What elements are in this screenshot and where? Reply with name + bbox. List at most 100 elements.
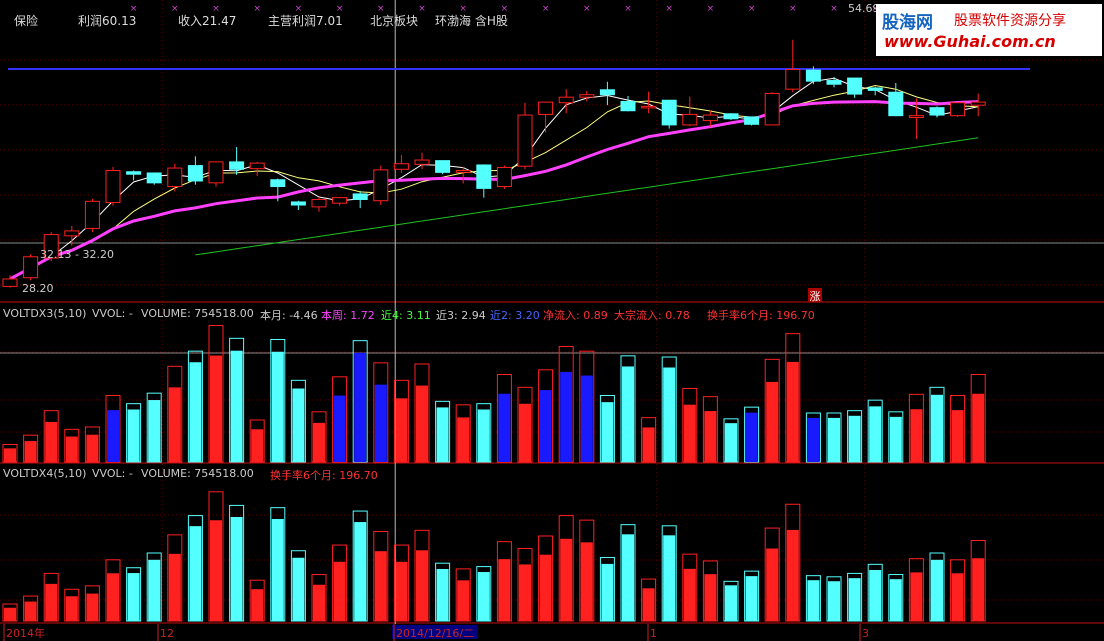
candle [249,161,265,177]
candle-body-down [599,89,615,96]
volume-bar [560,538,573,621]
candle [744,116,760,126]
volume-bar [210,355,222,462]
candle [23,254,39,281]
candle-body-up [84,200,100,229]
candle-body-up [311,198,327,208]
ind2-vvol: VVOL: - [92,467,133,480]
volume-bar [416,550,428,621]
candles [2,39,986,288]
signal-marker: × [624,4,632,14]
ind1-near2: 近2: 3.20 [490,309,540,322]
candle-body-down [352,193,368,200]
candle [826,76,842,88]
volume-bar [972,393,985,462]
candle [517,102,533,170]
volume-bar [168,387,181,462]
ma120-line [195,137,979,256]
volume-bar [86,434,99,462]
volume-bar [333,561,346,621]
candle-body-down [146,172,162,184]
volume-bar [931,559,943,621]
watermark-brand: 股海网 [882,13,933,33]
candle-body-down [723,113,739,120]
candle [723,113,739,120]
volume-bar [642,588,655,621]
volume-bar [580,375,593,462]
candle [620,95,636,112]
volume-bar [786,361,799,462]
volume-bar [45,421,58,462]
volume-bar [24,441,37,462]
signal-marker: × [583,4,591,14]
volume-bar [951,410,964,462]
candle-body-down [126,171,142,175]
candle-body-down [476,164,492,189]
candle-body-up [764,92,780,126]
candle [558,89,574,114]
candle-body-up [950,102,966,117]
signal-marker: × [665,4,673,14]
candle [929,106,945,118]
volume-bar [65,436,78,462]
volume-bar [766,381,779,462]
signal-marker: × [830,4,838,14]
volume-bar [395,561,408,621]
volume-bar [745,412,758,462]
volume-bar [292,388,305,462]
volume-bar [580,542,593,621]
volume-bar [683,404,696,462]
volume-bar [354,522,367,621]
volume-panel-1 [2,325,986,463]
watermark-slogan: 股票软件资源分享 [954,13,1066,29]
candle-body-down [435,160,451,173]
watermark-url: www.Guhai.com.cn [884,32,1056,51]
candle [290,200,306,210]
candle-body-down [620,100,636,112]
candle [641,91,657,114]
signal-marker: × [748,4,756,14]
zhang-label: 涨 [810,290,821,303]
volume-bar [704,574,717,621]
volume-bar [498,559,511,621]
volume-bar [848,415,861,462]
date-label: 2014年 [6,626,45,640]
candle-body-up [538,101,554,115]
candle-body-down [826,80,842,85]
candle-body-up [455,170,471,173]
volume-bar [642,427,655,462]
volume-bar [910,572,923,621]
volume-bar [148,559,161,621]
volume-bar [745,576,758,621]
candle-body-down [229,161,245,170]
volume-bar [436,407,449,462]
volume-bar [395,398,408,462]
header-item-revenue: 收入21.47 [178,14,237,28]
candle-body-up [970,101,986,106]
volume-bar [251,589,264,621]
volume-bar [313,584,325,621]
candle [599,81,615,106]
candle-body-down [867,87,883,91]
ind1-net-inflow: 净流入: 0.89 [543,309,608,322]
volume-bar [210,520,222,621]
volume-bar [230,516,243,621]
candle-body-up [373,169,389,202]
volume-bar [519,564,531,621]
volume-bar [622,366,634,462]
candle [105,166,121,206]
ind1-near4: 近4: 3.11 [381,309,431,322]
candle-body-down [805,69,821,82]
volume-bar [869,570,882,621]
ind1-name: VOLTDX3(5,10) [3,307,87,320]
volume-bar [374,551,387,621]
candle-body-up [64,230,80,237]
candle [661,99,677,129]
candle-body-up [517,114,533,167]
candle [435,160,451,175]
ind2-name: VOLTDX4(5,10) [3,467,87,480]
candle [682,96,698,127]
volume-bar [725,585,737,621]
volume-bar [951,573,964,621]
volume-bar [4,607,16,621]
